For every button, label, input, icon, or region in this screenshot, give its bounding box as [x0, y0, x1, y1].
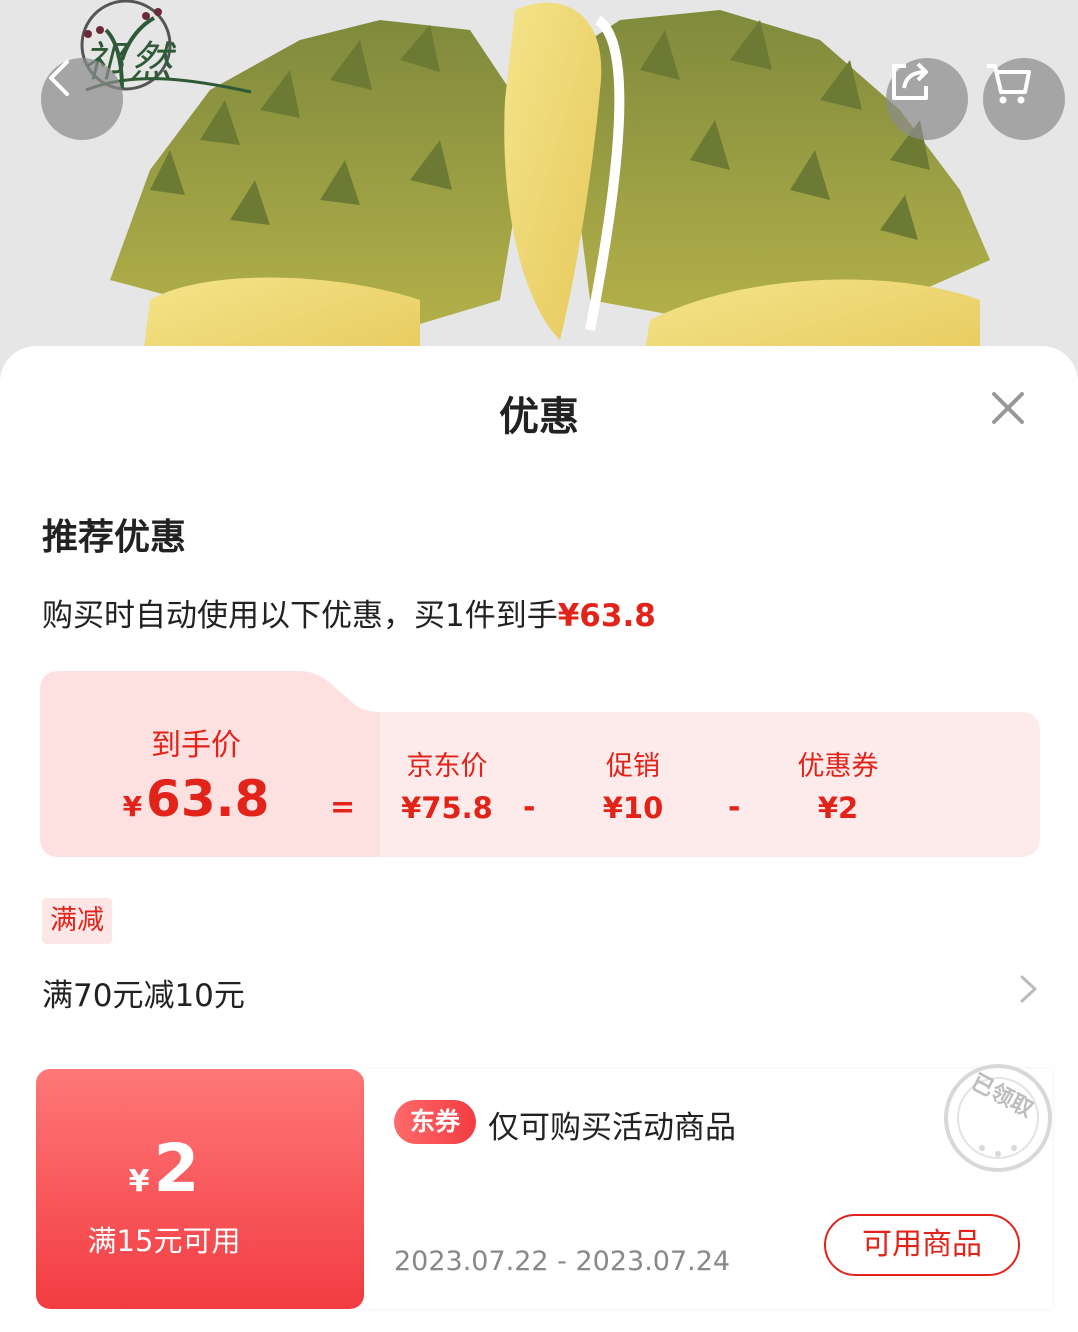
close-icon[interactable] [990, 390, 1026, 426]
coupon-value: ¥2 [817, 791, 859, 825]
coupon-label: 优惠券 [797, 751, 879, 782]
share-icon [892, 62, 928, 100]
chevron-left-icon [49, 60, 69, 96]
jd-price-value: ¥75.8 [401, 791, 493, 825]
back-button[interactable] [41, 58, 123, 140]
coupon-amount: ¥2 [0, 1130, 328, 1207]
coupon-currency: ¥ [128, 1164, 150, 1199]
minus-sign: - [728, 790, 741, 825]
recommended-description: 购买时自动使用以下优惠，买1件到手¥63.8 [42, 590, 656, 635]
available-products-button[interactable]: 可用商品 [824, 1214, 1020, 1276]
sheet-title: 优惠 [499, 394, 579, 440]
description-text: 购买时自动使用以下优惠，买1件到手 [42, 598, 558, 634]
description-price: ¥63.8 [557, 598, 656, 634]
equals-sign: = [330, 790, 356, 825]
jd-price-label: 京东价 [406, 751, 488, 782]
promotion-text[interactable]: 满70元减10元 [42, 970, 245, 1015]
promotion-label: 促销 [606, 751, 660, 782]
cart-icon [987, 64, 1031, 104]
minus-sign: - [523, 790, 536, 825]
coupon-condition: 满15元可用 [87, 1224, 241, 1258]
product-image: 祁然 [0, 0, 1078, 380]
coupon-date-range: 2023.07.22 - 2023.07.24 [394, 1246, 731, 1277]
promotion-tag: 满减 [42, 898, 112, 944]
section-title-recommended: 推荐优惠 [42, 517, 187, 558]
final-price: ¥63.8 [100, 770, 292, 828]
coupon-amount-value: 2 [153, 1130, 200, 1207]
promotion-value: ¥10 [602, 791, 664, 825]
chevron-right-icon[interactable] [1018, 974, 1040, 1004]
final-price-currency: ¥ [122, 790, 143, 823]
coupon-description: 仅可购买活动商品 [488, 1110, 736, 1146]
share-button[interactable] [886, 58, 968, 140]
final-price-label: 到手价 [151, 728, 241, 763]
cart-button[interactable] [983, 58, 1065, 140]
final-price-value: 63.8 [146, 770, 270, 828]
coupon-type-badge: 东券 [394, 1100, 476, 1144]
